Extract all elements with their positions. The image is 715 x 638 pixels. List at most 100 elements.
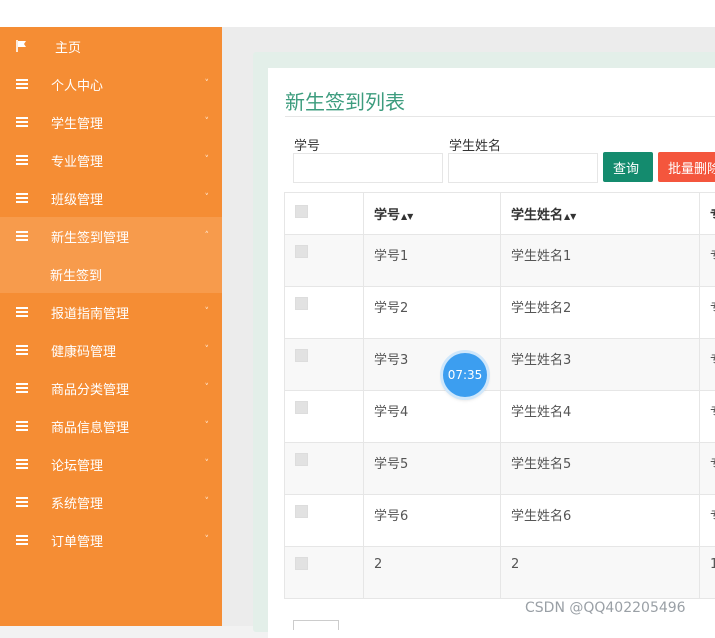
student-id-cell: 学号6 [364, 495, 501, 547]
top-bar [0, 0, 715, 27]
sidebar-item-home[interactable]: 主页 [0, 27, 222, 65]
watermark: CSDN @QQ402205496 [525, 600, 686, 616]
sidebar-item-label: 订单管理 [51, 531, 103, 550]
row-checkbox[interactable] [295, 245, 308, 258]
student-id-label: 学号 [294, 135, 320, 154]
student-id-cell: 2 [364, 547, 501, 599]
menu-icon [16, 231, 28, 241]
timer-badge[interactable]: 07:35 [443, 353, 487, 397]
student-name-cell: 学生姓名5 [501, 443, 700, 495]
student-name-cell: 学生姓名4 [501, 391, 700, 443]
sidebar-item-product-management[interactable]: 商品信息管理 ˅ [0, 407, 222, 445]
student-name-cell: 2 [501, 547, 700, 599]
row-checkbox[interactable] [295, 557, 308, 570]
sidebar-item-label: 专业管理 [51, 151, 103, 170]
sidebar-item-label: 主页 [55, 37, 81, 56]
table-row: 学号4 学生姓名4 专 [285, 391, 715, 443]
chevron-down-icon: ˅ [205, 307, 210, 317]
data-table: 学号▲▼ 学生姓名▲▼ 专 学号1 学生姓名1 专 学号2 学生姓名2 专 学号… [284, 192, 715, 608]
sidebar-item-system-management[interactable]: 系统管理 ˅ [0, 483, 222, 521]
student-name-input[interactable] [448, 153, 598, 183]
sidebar-item-forum-management[interactable]: 论坛管理 ˅ [0, 445, 222, 483]
chevron-down-icon: ˅ [205, 155, 210, 165]
major-cell: 专 [700, 443, 715, 495]
chevron-down-icon: ˅ [205, 459, 210, 469]
table-row: 学号6 学生姓名6 专 [285, 495, 715, 547]
sidebar-item-label: 学生管理 [51, 113, 103, 132]
header-student-name[interactable]: 学生姓名▲▼ [501, 193, 700, 235]
header-label: 学生姓名 [511, 208, 563, 223]
student-name-label: 学生姓名 [449, 135, 501, 154]
sidebar-item-label: 新生签到管理 [51, 227, 129, 246]
sidebar-item-class-management[interactable]: 班级管理 ˅ [0, 179, 222, 217]
menu-icon [16, 497, 28, 507]
row-select-cell [285, 287, 364, 339]
row-checkbox[interactable] [295, 401, 308, 414]
chevron-down-icon: ˅ [205, 497, 210, 507]
sidebar-item-category-management[interactable]: 商品分类管理 ˅ [0, 369, 222, 407]
sidebar-item-personal-center[interactable]: 个人中心 ˅ [0, 65, 222, 103]
row-checkbox[interactable] [295, 297, 308, 310]
chevron-down-icon: ˅ [205, 421, 210, 431]
batch-delete-button[interactable]: 批量删除 [658, 152, 715, 182]
row-checkbox[interactable] [295, 453, 308, 466]
major-cell: 专 [700, 495, 715, 547]
sidebar-item-label: 班级管理 [51, 189, 103, 208]
sidebar-item-checkin-management[interactable]: 新生签到管理 ˄ [0, 217, 222, 255]
chevron-down-icon: ˅ [205, 535, 210, 545]
chevron-down-icon: ˅ [205, 345, 210, 355]
student-id-cell: 学号2 [364, 287, 501, 339]
header-select-all[interactable] [285, 193, 364, 235]
sidebar-item-label: 报道指南管理 [51, 303, 129, 322]
table-row: 学号3 学生姓名3 专 [285, 339, 715, 391]
sidebar-item-guide-management[interactable]: 报道指南管理 ˅ [0, 293, 222, 331]
major-cell: 1 [700, 547, 715, 599]
menu-icon [16, 307, 28, 317]
menu-icon [16, 155, 28, 165]
header-label: 学号 [374, 208, 400, 223]
menu-icon [16, 535, 28, 545]
flag-icon [16, 40, 28, 52]
chevron-up-icon: ˄ [205, 231, 210, 241]
sort-icon[interactable]: ▲▼ [564, 212, 576, 221]
major-cell: 专 [700, 339, 715, 391]
menu-icon [16, 345, 28, 355]
table-row: 学号5 学生姓名5 专 [285, 443, 715, 495]
menu-icon [16, 383, 28, 393]
row-checkbox[interactable] [295, 349, 308, 362]
table-row: 学号2 学生姓名2 专 [285, 287, 715, 339]
chevron-down-icon: ˅ [205, 193, 210, 203]
row-select-cell [285, 339, 364, 391]
sidebar-item-student-management[interactable]: 学生管理 ˅ [0, 103, 222, 141]
sidebar-item-label: 个人中心 [51, 75, 103, 94]
major-cell: 专 [700, 235, 715, 287]
menu-icon [16, 193, 28, 203]
sidebar: 主页 个人中心 ˅ 学生管理 ˅ 专业管理 ˅ 班级管理 ˅ 新生签到管理 ˄ … [0, 27, 222, 626]
page-title: 新生签到列表 [285, 86, 405, 115]
menu-icon [16, 79, 28, 89]
table-row: 2 2 1 [285, 547, 715, 599]
pagination-box[interactable] [293, 620, 339, 630]
query-button[interactable]: 查询 [603, 152, 653, 182]
row-select-cell [285, 547, 364, 599]
header-major: 专 [700, 193, 715, 235]
student-id-cell: 学号1 [364, 235, 501, 287]
student-name-cell: 学生姓名6 [501, 495, 700, 547]
sidebar-item-label: 健康码管理 [51, 341, 116, 360]
chevron-down-icon: ˅ [205, 383, 210, 393]
row-select-cell [285, 391, 364, 443]
sidebar-item-health-code-management[interactable]: 健康码管理 ˅ [0, 331, 222, 369]
sort-icon[interactable]: ▲▼ [401, 212, 413, 221]
sidebar-item-label: 商品信息管理 [51, 417, 129, 436]
row-select-cell [285, 235, 364, 287]
student-id-cell: 学号5 [364, 443, 501, 495]
header-student-id[interactable]: 学号▲▼ [364, 193, 501, 235]
student-id-input[interactable] [293, 153, 443, 183]
sidebar-subitem-checkin[interactable]: 新生签到 [0, 255, 222, 293]
row-checkbox[interactable] [295, 505, 308, 518]
sidebar-item-label: 论坛管理 [51, 455, 103, 474]
sidebar-item-order-management[interactable]: 订单管理 ˅ [0, 521, 222, 559]
chevron-down-icon: ˅ [205, 117, 210, 127]
sidebar-item-major-management[interactable]: 专业管理 ˅ [0, 141, 222, 179]
select-all-checkbox[interactable] [295, 205, 308, 218]
